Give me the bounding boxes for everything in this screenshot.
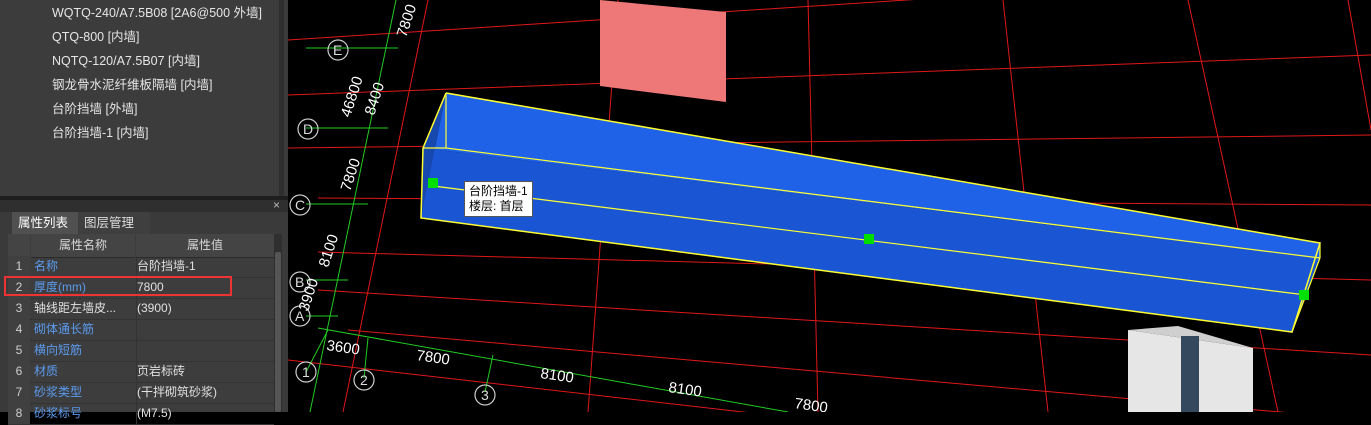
table-row[interactable]: 7 砂浆类型 (干拌砌筑砂浆)	[8, 382, 274, 404]
highlight-box	[4, 276, 232, 296]
table-row[interactable]: 3 轴线距左墙皮... (3900)	[8, 298, 274, 320]
dim-label: 8100	[316, 232, 342, 269]
header-name: 属性名称	[31, 234, 135, 258]
scene-svg: E D C B A 1 2 3 7800 46800 8400 7800 810…	[288, 0, 1371, 412]
grip-handle[interactable]	[864, 234, 874, 244]
pink-wall-block[interactable]	[600, 0, 726, 102]
row-number: 3	[8, 298, 30, 319]
tree-item[interactable]: QTQ-800 [内墙]	[52, 26, 140, 45]
wall-selected[interactable]	[420, 92, 1321, 333]
property-name: 砂浆标号	[34, 406, 83, 420]
grip-handle[interactable]	[428, 178, 438, 188]
tree-scrollbar[interactable]	[279, 0, 284, 196]
tree-item[interactable]: 台阶挡墙-1 [内墙]	[52, 122, 149, 141]
hover-tooltip: 台阶挡墙-1 楼层: 首层	[464, 181, 533, 217]
dim-label: 3600	[325, 337, 360, 358]
axis-label-d: D	[303, 121, 313, 137]
tree-item[interactable]: WQTQ-240/A7.5B08 [2A6@500 外墙]	[52, 2, 262, 21]
close-icon[interactable]: ×	[273, 199, 280, 211]
panel-header	[0, 200, 288, 212]
property-name: 横向短筋	[34, 343, 83, 357]
component-tree: WQTQ-240/A7.5B08 [2A6@500 外墙] QTQ-800 [内…	[0, 0, 284, 196]
axis-label-2: 2	[360, 372, 368, 388]
property-value[interactable]: (干拌砌筑砂浆)	[136, 382, 275, 403]
grip-handle[interactable]	[1299, 290, 1309, 300]
header-value: 属性值	[136, 234, 274, 258]
tree-item[interactable]: NQTQ-120/A7.5B07 [内墙]	[52, 50, 200, 69]
axis-label-3: 3	[481, 387, 489, 403]
property-grid: 属性名称 属性值 1 名称 台阶挡墙-1 2 厚度(mm) 7800 3 轴线距…	[8, 234, 274, 425]
property-name: 砂浆类型	[34, 385, 83, 399]
tab-properties[interactable]: 属性列表	[12, 212, 82, 234]
property-value[interactable]: (M7.5)	[136, 403, 275, 424]
table-row[interactable]: 6 材质 页岩标砖	[8, 361, 274, 383]
table-row[interactable]: 4 砌体通长筋	[8, 319, 274, 341]
grid-scrollbar-thumb[interactable]	[275, 252, 281, 412]
dim-label: 8100	[539, 365, 574, 386]
property-value[interactable]	[136, 319, 275, 340]
tree-item[interactable]: 钢龙骨水泥纤维板隔墙 [内墙]	[52, 74, 212, 93]
property-value[interactable]: 台阶挡墙-1	[136, 256, 275, 277]
property-name: 轴线距左墙皮...	[34, 301, 117, 315]
row-number: 7	[8, 382, 30, 403]
row-number: 6	[8, 361, 30, 382]
dim-label: 7800	[415, 347, 450, 368]
dim-label: 7800	[394, 2, 420, 39]
tooltip-name: 台阶挡墙-1	[469, 184, 528, 198]
dim-label: 7800	[793, 395, 828, 412]
property-value[interactable]: (3900)	[136, 298, 275, 319]
axis-label-c: C	[295, 197, 305, 213]
row-number: 4	[8, 319, 30, 340]
property-name: 砌体通长筋	[34, 322, 95, 336]
left-panel: WQTQ-240/A7.5B08 [2A6@500 外墙] QTQ-800 [内…	[0, 0, 288, 425]
dim-label: 8100	[667, 379, 702, 400]
tab-layers[interactable]: 图层管理	[78, 212, 150, 234]
row-number: 5	[8, 340, 30, 361]
row-number: 8	[8, 403, 30, 424]
dim-label: 8400	[362, 80, 388, 117]
axis-label-e: E	[333, 42, 342, 58]
table-row[interactable]: 1 名称 台阶挡墙-1	[8, 256, 274, 278]
dim-label: 7800	[338, 156, 364, 193]
white-column[interactable]	[1128, 326, 1253, 412]
property-name: 材质	[34, 364, 59, 378]
property-name: 名称	[34, 259, 59, 273]
header-rownum	[8, 234, 30, 258]
axis-label-1: 1	[302, 364, 310, 380]
tree-item[interactable]: 台阶挡墙 [外墙]	[52, 98, 137, 117]
property-value[interactable]	[136, 340, 275, 361]
table-row[interactable]: 8 砂浆标号 (M7.5)	[8, 403, 274, 425]
3d-viewport[interactable]: E D C B A 1 2 3 7800 46800 8400 7800 810…	[288, 0, 1371, 412]
row-number: 1	[8, 256, 30, 277]
tooltip-floor: 楼层: 首层	[469, 199, 524, 213]
table-row[interactable]: 5 横向短筋	[8, 340, 274, 362]
property-value[interactable]: 页岩标砖	[136, 361, 275, 382]
